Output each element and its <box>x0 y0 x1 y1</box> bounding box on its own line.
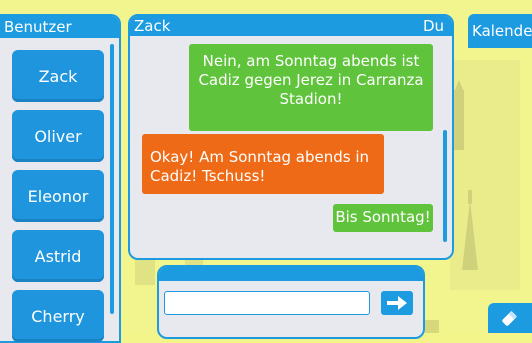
user-item-oliver[interactable]: Oliver <box>12 110 104 162</box>
message-bubble-contact: Okay! Am Sonntag abends in Cadiz! Tschus… <box>142 134 384 194</box>
composer-header <box>159 267 423 281</box>
chat-self-label: Du <box>422 17 444 35</box>
message-bubble-self: Bis Sonntag! <box>333 204 433 232</box>
send-arrow-icon <box>387 296 407 310</box>
users-panel: Benutzer Zack Oliver Eleonor Astrid Cher… <box>0 14 121 343</box>
user-item-label: Zack <box>38 66 78 86</box>
chat-scrollbar[interactable] <box>443 130 447 242</box>
message-text: Nein, am Sonntag abends ist Cadiz gegen … <box>198 52 424 108</box>
edit-tool-button[interactable] <box>488 303 532 333</box>
user-item-astrid[interactable]: Astrid <box>12 230 104 282</box>
user-item-label: Oliver <box>34 126 82 146</box>
pencil-eraser-icon <box>502 310 518 326</box>
send-button[interactable] <box>381 291 413 315</box>
chat-panel: Zack Du Nein, am Sonntag abends ist Cadi… <box>128 14 454 260</box>
message-text: Okay! Am Sonntag abends in Cadiz! Tschus… <box>150 148 370 185</box>
composer-panel <box>157 265 425 339</box>
users-header: Benutzer <box>0 16 119 38</box>
calendar-button[interactable]: Kalender <box>468 14 532 48</box>
calendar-label: Kalender <box>472 22 532 40</box>
message-input[interactable] <box>164 291 370 315</box>
user-item-zack[interactable]: Zack <box>12 50 104 102</box>
chat-contact-name: Zack <box>134 17 171 35</box>
user-item-eleonor[interactable]: Eleonor <box>12 170 104 222</box>
chat-header: Zack Du <box>130 16 452 36</box>
user-item-label: Astrid <box>34 246 82 266</box>
user-item-cherry[interactable]: Cherry <box>12 290 104 342</box>
user-item-label: Eleonor <box>27 186 89 206</box>
users-title: Benutzer <box>4 18 72 36</box>
message-bubble-self: Nein, am Sonntag abends ist Cadiz gegen … <box>189 44 433 131</box>
user-item-label: Cherry <box>31 306 85 326</box>
message-text: Bis Sonntag! <box>335 208 431 226</box>
users-scrollbar[interactable] <box>110 44 114 314</box>
